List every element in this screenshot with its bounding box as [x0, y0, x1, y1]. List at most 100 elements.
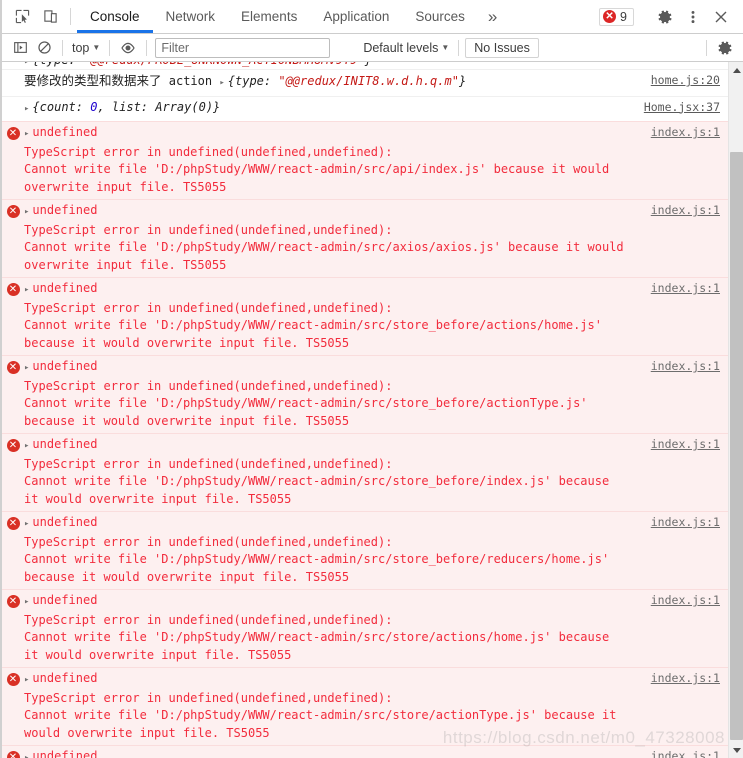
- error-circle-icon: ✕: [6, 439, 20, 452]
- console-vertical-scrollbar[interactable]: [728, 62, 743, 758]
- gear-icon[interactable]: [651, 9, 679, 25]
- console-message-log[interactable]: 要修改的类型和数据来了 action ▸ {type: "@@redux/INIT…: [2, 70, 728, 97]
- log-object-close: }: [213, 99, 221, 114]
- console-message-error[interactable]: ✕ ▸undefined TypeScript error in undefin…: [2, 745, 728, 758]
- expand-triangle-icon[interactable]: ▸: [24, 360, 29, 378]
- log-message-content: ▸ {count: 0, list: Array(0)}: [24, 99, 728, 119]
- tab-application-label: Application: [323, 9, 390, 24]
- error-detail-line-2: Cannot write file 'D:/phpStudy/WWW/react…: [24, 630, 610, 662]
- console-message-log[interactable]: ▸ {count: 0, list: Array(0)} Home.jsx:37: [2, 97, 728, 122]
- expand-triangle-icon[interactable]: ▸: [24, 750, 29, 758]
- console-message-error[interactable]: ✕ ▸undefined TypeScript error in undefin…: [2, 121, 728, 200]
- close-icon[interactable]: [707, 9, 735, 25]
- clipped-object-prefix: {type:: [32, 62, 83, 67]
- error-detail-line-1: TypeScript error in undefined(undefined,…: [24, 300, 393, 315]
- tab-elements[interactable]: Elements: [228, 0, 310, 33]
- expand-triangle-icon[interactable]: ▸: [24, 672, 29, 690]
- expand-triangle-icon[interactable]: ▸: [24, 126, 29, 144]
- expand-triangle-icon[interactable]: ▸: [24, 438, 29, 456]
- error-detail-line-1: TypeScript error in undefined(undefined,…: [24, 222, 393, 237]
- log-object-open: {type:: [227, 74, 279, 88]
- error-detail-line-2: Cannot write file 'D:/phpStudy/WWW/react…: [24, 474, 610, 506]
- log-levels-selector[interactable]: Default levels ▼: [360, 41, 452, 55]
- error-circle-icon: ✕: [6, 751, 20, 758]
- tab-network[interactable]: Network: [153, 0, 229, 33]
- message-source-link[interactable]: Home.jsx:37: [644, 100, 720, 114]
- filter-input[interactable]: [155, 37, 331, 58]
- error-title: undefined: [32, 203, 98, 217]
- tab-bar-actions: ✕ 9: [599, 0, 743, 33]
- error-detail-line-2: Cannot write file 'D:/phpStudy/WWW/react…: [24, 318, 602, 350]
- triangle-up-glyph: [732, 67, 741, 73]
- log-message-content: 要修改的类型和数据来了 action ▸ {type: "@@redux/INIT…: [24, 72, 728, 93]
- expand-triangle-icon[interactable]: ▸: [24, 594, 29, 612]
- message-source-link[interactable]: index.js:1: [651, 749, 720, 758]
- scrollbar-thumb[interactable]: [730, 152, 743, 740]
- error-message-content: ▸undefined TypeScript error in undefined…: [24, 436, 728, 508]
- error-title: undefined: [32, 671, 98, 685]
- message-source-link[interactable]: index.js:1: [651, 437, 720, 451]
- message-source-link[interactable]: index.js:1: [651, 203, 720, 217]
- error-circle-icon: ✕: [6, 205, 20, 218]
- device-toolbar-icon[interactable]: [36, 0, 64, 33]
- message-source-link[interactable]: index.js:1: [651, 515, 720, 529]
- console-message-error[interactable]: ✕ ▸undefined TypeScript error in undefin…: [2, 199, 728, 278]
- toolbar-divider: [70, 8, 71, 25]
- message-source-link[interactable]: index.js:1: [651, 359, 720, 373]
- log-action-label: action: [168, 74, 213, 88]
- error-title: undefined: [32, 359, 98, 373]
- console-sidebar-icon[interactable]: [8, 37, 32, 59]
- message-source-link[interactable]: home.js:20: [651, 73, 720, 87]
- message-source-link[interactable]: index.js:1: [651, 593, 720, 607]
- message-source-link[interactable]: index.js:1: [651, 671, 720, 685]
- error-count-label: 9: [620, 9, 627, 24]
- console-message-error[interactable]: ✕ ▸undefined TypeScript error in undefin…: [2, 355, 728, 434]
- clear-console-icon[interactable]: [32, 37, 56, 59]
- error-message-content: ▸undefined TypeScript error in undefined…: [24, 748, 728, 758]
- filter-divider-2: [109, 39, 111, 56]
- tab-console[interactable]: Console: [77, 0, 153, 33]
- error-circle-icon: ✕: [6, 673, 20, 686]
- console-message-clipped[interactable]: ▸{type: "@@redux/PROBE_UNKNOWN_ACTIONBMH…: [2, 62, 728, 70]
- error-title: undefined: [32, 515, 98, 529]
- tab-elements-label: Elements: [241, 9, 298, 24]
- expand-triangle-icon[interactable]: ▸: [24, 101, 29, 119]
- message-gutter: ✕: [2, 124, 24, 196]
- message-source-link[interactable]: index.js:1: [651, 125, 720, 139]
- kebab-menu-icon[interactable]: [679, 9, 707, 25]
- console-message-error[interactable]: ✕ ▸undefined TypeScript error in undefin…: [2, 511, 728, 590]
- inspect-element-icon[interactable]: [8, 0, 36, 33]
- console-message-error[interactable]: ✕ ▸undefined TypeScript error in undefin…: [2, 589, 728, 668]
- scroll-up-arrow-icon[interactable]: [729, 62, 743, 78]
- expand-triangle-icon[interactable]: ▸: [24, 516, 29, 534]
- console-message-error[interactable]: ✕ ▸undefined TypeScript error in undefin…: [2, 667, 728, 746]
- message-gutter: ✕: [2, 592, 24, 664]
- gear-icon[interactable]: [713, 37, 737, 59]
- execution-context-selector[interactable]: top ▼: [69, 41, 103, 55]
- more-tabs-chevron-icon[interactable]: »: [478, 0, 507, 33]
- issues-button[interactable]: No Issues: [465, 37, 539, 58]
- scroll-down-arrow-icon[interactable]: [729, 742, 743, 758]
- filter-divider-5: [706, 39, 707, 56]
- error-title: undefined: [32, 749, 98, 758]
- live-expression-eye-icon[interactable]: [116, 37, 140, 59]
- error-title-line: ▸ undefined: [24, 749, 97, 758]
- error-detail-line-1: TypeScript error in undefined(undefined,…: [24, 534, 393, 549]
- error-count-badge[interactable]: ✕ 9: [599, 7, 634, 26]
- error-detail-line-1: TypeScript error in undefined(undefined,…: [24, 612, 393, 627]
- message-source-link[interactable]: index.js:1: [651, 281, 720, 295]
- console-message-error[interactable]: ✕ ▸undefined TypeScript error in undefin…: [2, 433, 728, 512]
- error-title-line: ▸ undefined: [24, 125, 97, 139]
- error-message-content: ▸undefined TypeScript error in undefined…: [24, 670, 728, 742]
- expand-triangle-icon[interactable]: ▸: [24, 204, 29, 222]
- expand-triangle-icon[interactable]: ▸: [219, 75, 224, 93]
- tab-sources[interactable]: Sources: [402, 0, 478, 33]
- message-gutter: [2, 99, 24, 119]
- expand-triangle-icon[interactable]: ▸: [24, 62, 29, 67]
- error-circle-icon: ✕: [6, 517, 20, 530]
- tab-application[interactable]: Application: [310, 0, 402, 33]
- chevron-down-icon: ▼: [441, 43, 450, 52]
- expand-triangle-icon[interactable]: ▸: [24, 282, 29, 300]
- error-circle-icon: ✕: [6, 361, 20, 374]
- console-message-error[interactable]: ✕ ▸undefined TypeScript error in undefin…: [2, 277, 728, 356]
